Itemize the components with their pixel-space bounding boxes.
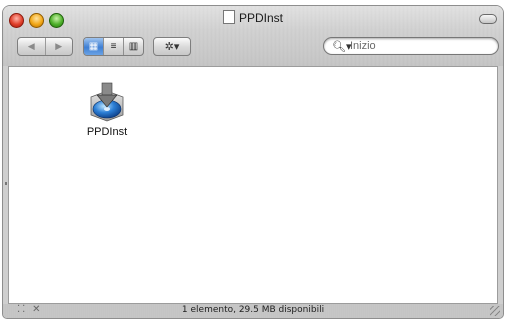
back-button[interactable]: ◀ [18,38,46,55]
toolbar-toggle-button[interactable] [479,14,497,24]
window-title-bar: PPDInst [3,10,503,25]
file-browser-area[interactable]: PPDInst [8,66,498,304]
column-view-button[interactable]: ▥ [123,38,143,55]
file-item[interactable]: PPDInst [77,81,137,138]
finder-window: PPDInst ◀ ▶ ▦ ≡ ▥ ✲▾ 🔍︎▾ Inizio PPDInst … [3,6,503,318]
installer-package-icon [90,82,124,122]
search-field: 🔍︎▾ [323,37,499,55]
view-mode-control: ▦ ≡ ▥ [83,37,144,56]
status-text: 1 elemento, 29.5 MB disponibili [181,305,325,315]
window-title: PPDInst [238,11,283,25]
list-view-button[interactable]: ≡ [103,38,123,55]
action-menu-button[interactable]: ✲▾ [153,37,191,56]
search-input[interactable] [350,39,490,53]
left-edge-mark [5,182,7,185]
file-name: PPDInst [86,126,128,138]
resize-grip-icon[interactable] [490,306,500,316]
icon-view-button[interactable]: ▦ [84,38,103,55]
status-bar: ⁚⁚ ✕ 1 elemento, 29.5 MB disponibili [3,304,503,318]
search-icon[interactable]: 🔍︎▾ [332,40,352,53]
back-forward-control: ◀ ▶ [17,37,73,56]
folder-proxy-icon[interactable] [222,10,235,24]
forward-button[interactable]: ▶ [46,38,73,55]
